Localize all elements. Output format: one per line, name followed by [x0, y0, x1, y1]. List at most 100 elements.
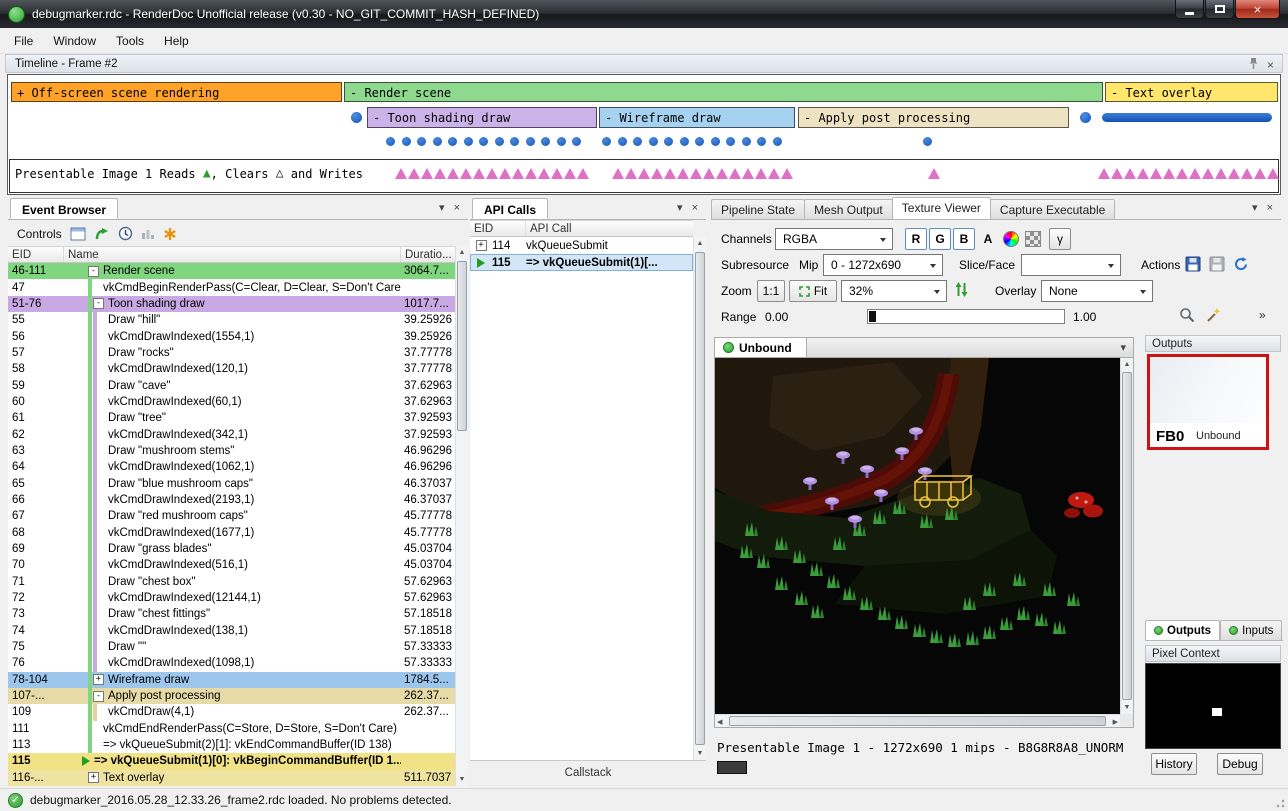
timeline-draw-dot[interactable] [557, 137, 566, 146]
event-row[interactable]: 76vkCmdDrawIndexed(1098,1)57.33333 [8, 655, 455, 671]
zoom-percent-combo[interactable]: 32% [841, 280, 947, 302]
tabstrip-menu-icon[interactable]: ▾ [1120, 338, 1133, 357]
tab-event-browser[interactable]: Event Browser [10, 198, 118, 219]
channel-alpha-button[interactable]: A [977, 228, 999, 250]
event-row[interactable]: 69Draw "grass blades"45.03704 [8, 541, 455, 557]
pixel-context-view[interactable] [1145, 663, 1281, 749]
event-row[interactable]: 66vkCmdDrawIndexed(2193,1)46.37037 [8, 492, 455, 508]
zoom-1to1-button[interactable]: 1:1 [757, 280, 785, 302]
event-row[interactable]: 67Draw "red mushroom caps"45.77778 [8, 508, 455, 524]
scrollbar-thumb[interactable] [457, 261, 467, 431]
collapse-icon[interactable]: - [93, 691, 104, 702]
tab-outputs[interactable]: Outputs [1145, 620, 1220, 640]
event-row[interactable]: 63Draw "mushroom stems"46.96296 [8, 443, 455, 459]
event-row[interactable]: 64vkCmdDrawIndexed(1062,1)46.96296 [8, 459, 455, 475]
scrollbar-thumb[interactable] [1122, 372, 1132, 700]
magnifier-icon[interactable] [1179, 307, 1196, 329]
timeline-draw-dot[interactable] [433, 137, 442, 146]
pin-icon[interactable] [1249, 57, 1258, 73]
panel-menu-icon[interactable]: ▾ [1252, 201, 1258, 214]
event-row[interactable]: 73Draw "chest fittings"57.18518 [8, 606, 455, 622]
viewport-hscrollbar[interactable]: ◀ ▶ [715, 714, 1120, 727]
goto-eid-icon[interactable] [94, 227, 110, 240]
gamma-button[interactable]: γ [1049, 228, 1071, 250]
panel-menu-icon[interactable]: ▾ [439, 201, 445, 214]
tab-api-calls[interactable]: API Calls [472, 198, 548, 219]
save-texture-icon[interactable] [1185, 256, 1201, 277]
timeline-draw-dot[interactable] [649, 137, 658, 146]
timeline-marker-toon-shading-draw[interactable]: - Toon shading draw [367, 107, 597, 128]
toolbar-overflow-icon[interactable]: » [1259, 308, 1266, 322]
export-texture-icon[interactable] [1209, 256, 1225, 277]
texture-tab-unbound[interactable]: Unbound [715, 338, 807, 357]
viewport-vscrollbar[interactable]: ▲ ▼ [1120, 358, 1133, 714]
event-row[interactable]: 116-...+Text overlay511.7037 [8, 770, 455, 786]
fb0-thumbnail[interactable]: FB0 Unbound [1147, 354, 1269, 450]
event-row[interactable]: 109vkCmdDraw(4,1)262.37... [8, 704, 455, 720]
channel-green-button[interactable]: G [929, 228, 951, 250]
range-min-value[interactable]: 0.00 [765, 310, 788, 324]
api-calls-column-header[interactable]: EID API Call [470, 220, 693, 237]
timeline-header[interactable]: Timeline - Frame #2 × [5, 54, 1283, 73]
timeline-draw-dot[interactable] [541, 137, 550, 146]
event-row[interactable]: 60vkCmdDrawIndexed(60,1)37.62963 [8, 394, 455, 410]
scroll-up-icon[interactable]: ▲ [1121, 358, 1133, 371]
menu-item-tools[interactable]: Tools [106, 30, 154, 52]
close-icon[interactable]: × [454, 202, 460, 214]
timeline-draw-dot[interactable] [680, 137, 689, 146]
range-slider[interactable] [867, 309, 1065, 324]
checkerboard-icon[interactable] [1025, 231, 1041, 247]
event-row[interactable]: 113=> vkQueueSubmit(2)[1]: vkEndCommandB… [8, 737, 455, 753]
event-row[interactable]: 65Draw "blue mushroom caps"46.37037 [8, 475, 455, 491]
zoom-fit-button[interactable]: Fit [789, 280, 837, 302]
event-row[interactable]: 46-111-Render scene3064.7... [8, 263, 455, 279]
timeline-draw-dot[interactable] [479, 137, 488, 146]
timeline-draw-dot[interactable] [711, 137, 720, 146]
maximize-button[interactable] [1205, 0, 1234, 19]
timeline-content[interactable]: + Off-screen scene rendering- Render sce… [7, 74, 1281, 195]
event-browser-column-header[interactable]: EID Name Duratio... [8, 246, 455, 263]
channel-red-button[interactable]: R [905, 228, 927, 250]
close-icon[interactable]: × [1267, 58, 1274, 72]
event-row[interactable]: 58vkCmdDrawIndexed(120,1)37.77778 [8, 361, 455, 377]
timeline-draw-circle[interactable] [351, 112, 362, 123]
timeline-marker-off-screen-scene-rendering[interactable]: + Off-screen scene rendering [11, 82, 342, 102]
tab-mesh-output[interactable]: Mesh Output [804, 199, 893, 219]
timeline-draw-dot[interactable] [726, 137, 735, 146]
tab-texture-viewer[interactable]: Texture Viewer [892, 197, 991, 219]
scrollbar-thumb[interactable] [729, 716, 1106, 726]
timeline-draw-dot[interactable] [417, 137, 426, 146]
scroll-right-icon[interactable]: ▶ [1113, 715, 1118, 728]
scroll-down-icon[interactable]: ▼ [456, 773, 468, 786]
timeline-draw-dot[interactable] [773, 137, 782, 146]
callstack-section[interactable]: Callstack [470, 760, 706, 786]
tab-capture-executable[interactable]: Capture Executable [990, 199, 1115, 219]
event-row[interactable]: 47vkCmdBeginRenderPass(C=Clear, D=Clear,… [8, 279, 455, 295]
api-calls-scrollbar[interactable]: ▲ ▼ [693, 237, 706, 760]
collapse-icon[interactable]: - [93, 298, 104, 309]
bookmark-icon[interactable] [163, 227, 177, 241]
api-call-row[interactable]: 115=> vkQueueSubmit(1)[... [470, 254, 693, 271]
timeline-draw-dot[interactable] [448, 137, 457, 146]
scroll-down-icon[interactable]: ▼ [1121, 701, 1133, 714]
channel-blue-button[interactable]: B [953, 228, 975, 250]
range-slider-handle[interactable] [869, 311, 876, 322]
expand-icon[interactable]: + [93, 674, 104, 685]
timeline-draw-dot[interactable] [757, 137, 766, 146]
debug-button[interactable]: Debug [1217, 753, 1263, 775]
event-row[interactable]: 107-...-Apply post processing262.37... [8, 688, 455, 704]
title-bar[interactable]: debugmarker.rdc - RenderDoc Unofficial r… [0, 0, 1288, 28]
range-max-value[interactable]: 1.00 [1073, 310, 1096, 324]
timeline-draw-dot[interactable] [510, 137, 519, 146]
minimize-button[interactable] [1175, 0, 1204, 19]
close-button[interactable]: × [1235, 0, 1280, 19]
texture-viewport[interactable]: ▲ ▼ ◀ ▶ [714, 357, 1134, 728]
event-row[interactable]: 71Draw "chest box"57.62963 [8, 574, 455, 590]
event-row[interactable]: 61Draw "tree"37.92593 [8, 410, 455, 426]
expand-icon[interactable]: + [476, 240, 487, 251]
timeline-marker-apply-post-processing[interactable]: - Apply post processing [798, 107, 1069, 128]
event-row[interactable]: 75Draw ""57.33333 [8, 639, 455, 655]
scroll-left-icon[interactable]: ◀ [717, 715, 722, 728]
timeline-draw-dot[interactable] [602, 137, 611, 146]
timeline-draw-dot[interactable] [464, 137, 473, 146]
